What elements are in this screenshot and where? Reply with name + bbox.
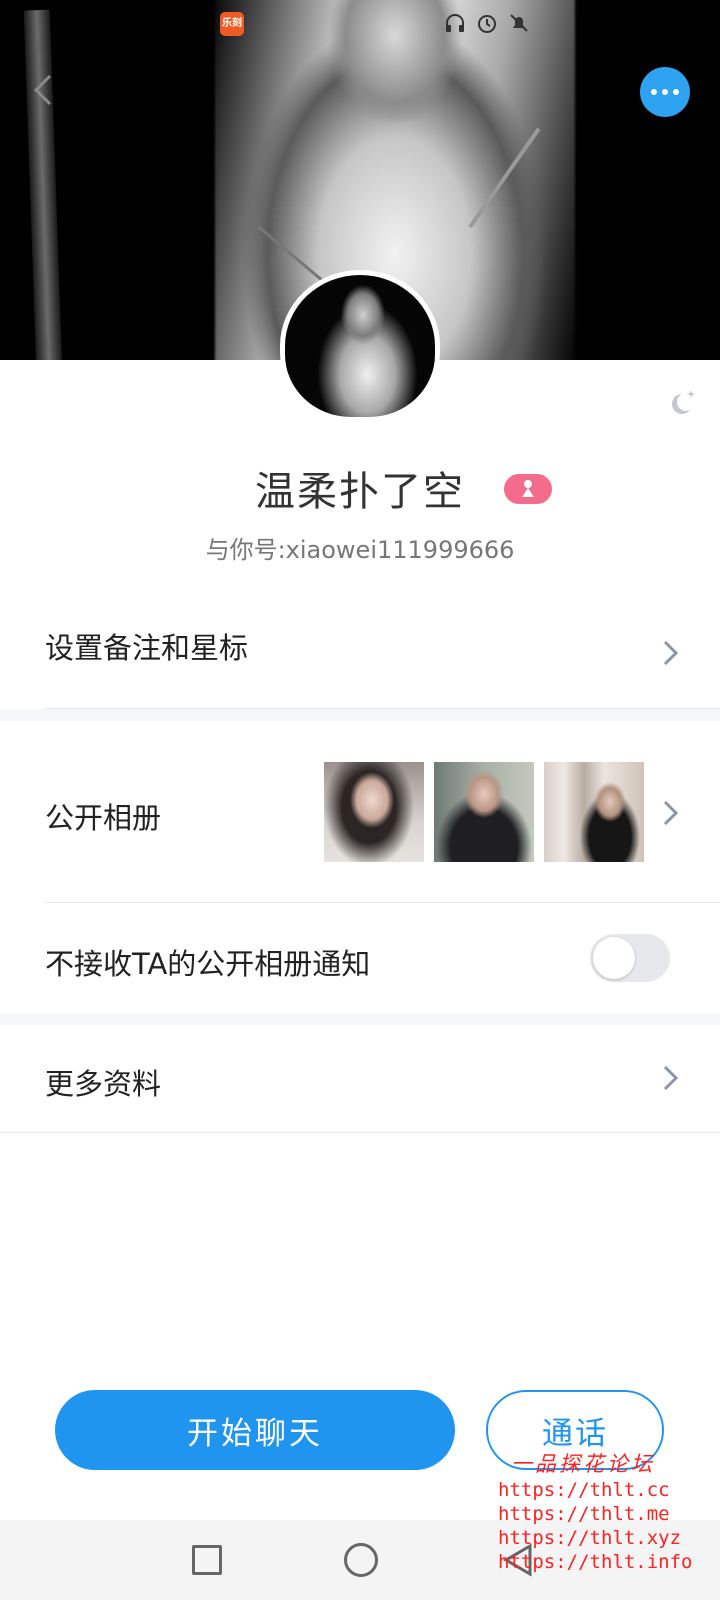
avatar[interactable] (280, 270, 440, 422)
female-icon (522, 480, 534, 497)
album-thumbnails[interactable] (324, 762, 644, 862)
status-bar: 乐刻 (0, 0, 720, 48)
more-dot-icon (673, 89, 679, 95)
album-photo[interactable] (434, 762, 534, 862)
more-dot-icon (651, 89, 657, 95)
switch-knob (593, 937, 635, 979)
avatar-image (285, 275, 435, 417)
mute-bell-icon (508, 12, 530, 34)
set-remark-label: 设置备注和星标 (45, 631, 249, 665)
watermark-url: https://thlt.cc (498, 1479, 670, 1501)
watermark-title: 一品探花论坛 (511, 1452, 655, 1476)
cover-decoration (23, 9, 63, 360)
app-notification-icon: 乐刻 (220, 12, 244, 36)
status-icons (444, 12, 530, 34)
album-photo[interactable] (544, 762, 644, 862)
section-gap (0, 1013, 720, 1025)
more-info-label: 更多资料 (45, 1067, 162, 1101)
home-button[interactable] (344, 1543, 378, 1577)
watermark-url: https://thlt.xyz (498, 1527, 682, 1549)
headphones-icon (444, 12, 466, 34)
recent-apps-button[interactable] (192, 1545, 222, 1575)
watermark: 一品探花论坛 https://thlt.cc https://thlt.me h… (498, 1448, 693, 1574)
chevron-right-icon (663, 800, 679, 826)
album-photo[interactable] (324, 762, 424, 862)
profile-name: 温柔扑了空 (255, 469, 465, 515)
divider (0, 1132, 720, 1133)
chevron-right-icon (663, 640, 679, 666)
more-dot-icon (662, 89, 668, 95)
watermark-url: https://thlt.info (498, 1551, 693, 1573)
album-notify-label: 不接收TA的公开相册通知 (45, 947, 371, 981)
account-id: 与你号:xiaowei111999666 (205, 536, 515, 564)
back-button[interactable] (26, 70, 66, 110)
set-remark-row[interactable]: 设置备注和星标 (0, 600, 720, 708)
more-info-row[interactable]: 更多资料 (0, 1025, 720, 1132)
album-notify-switch[interactable] (590, 934, 670, 982)
moon-star-icon (672, 390, 695, 414)
profile-name-row: 温柔扑了空 (0, 458, 720, 518)
watermark-url: https://thlt.me (498, 1503, 670, 1525)
section-gap (0, 709, 720, 721)
night-mode-toggle[interactable] (668, 386, 698, 416)
gender-badge (504, 474, 552, 504)
public-album-label: 公开相册 (45, 801, 162, 835)
chevron-left-icon (33, 74, 52, 106)
more-options-button[interactable] (640, 67, 690, 117)
start-chat-button[interactable]: 开始聊天 (55, 1390, 455, 1470)
chevron-right-icon (663, 1065, 679, 1091)
alarm-icon (476, 12, 498, 34)
